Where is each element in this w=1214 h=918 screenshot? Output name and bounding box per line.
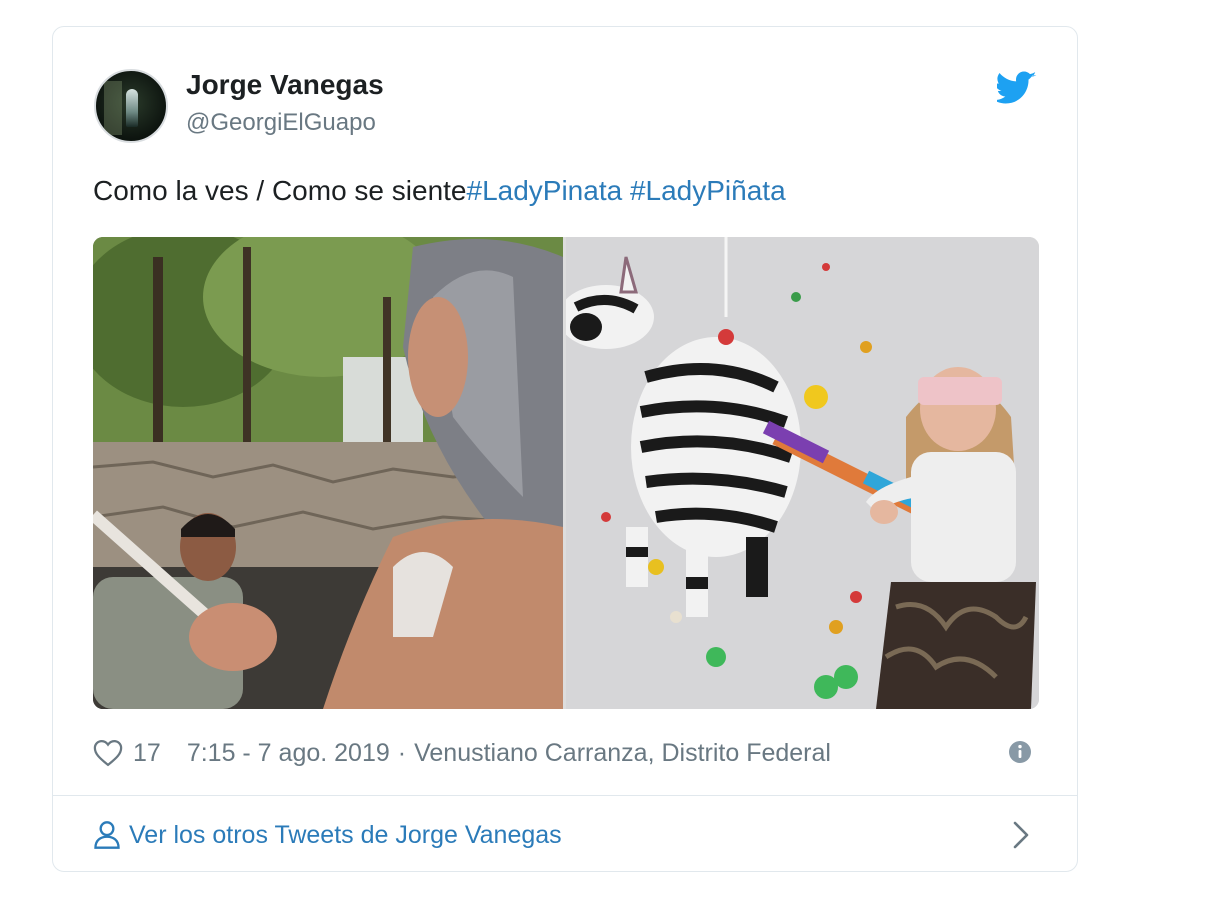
- man-with-stick-and-woman-image: [93, 237, 563, 709]
- media-image-right[interactable]: [566, 237, 1039, 709]
- tweet-text: Como la ves / Como se siente#LadyPinata …: [93, 175, 786, 207]
- avatar-background: [104, 81, 122, 135]
- tweet-media[interactable]: [93, 237, 1039, 709]
- person-icon: [94, 821, 120, 849]
- hashtag-link[interactable]: #LadyPinata: [467, 175, 623, 206]
- author-handle[interactable]: @GeorgiElGuapo: [186, 109, 376, 137]
- footer-divider: [53, 795, 1077, 796]
- tweet-location[interactable]: Venustiano Carranza, Distrito Federal: [414, 739, 831, 768]
- like-count[interactable]: 17: [133, 739, 161, 768]
- meta-separator: ·: [397, 738, 407, 767]
- tweet-meta-row: 17 7:15 - 7 ago. 2019 · Venustiano Carra…: [93, 733, 831, 773]
- avatar-figure: [126, 89, 138, 127]
- twitter-bird-icon[interactable]: [997, 71, 1037, 105]
- hashtag-link[interactable]: #LadyPiñata: [630, 175, 786, 206]
- chevron-right-icon[interactable]: [1011, 819, 1031, 851]
- avatar[interactable]: [94, 69, 168, 143]
- view-more-tweets-link[interactable]: Ver los otros Tweets de Jorge Vanegas: [93, 815, 562, 855]
- author-display-name[interactable]: Jorge Vanegas: [186, 69, 384, 101]
- info-icon[interactable]: [1008, 740, 1032, 764]
- tweet-text-plain: Como la ves / Como se siente: [93, 175, 467, 206]
- view-more-tweets-label: Ver los otros Tweets de Jorge Vanegas: [129, 820, 562, 849]
- girl-blindfolded-hitting-zebra-pinata-image: [566, 237, 1039, 709]
- media-image-left[interactable]: [93, 237, 563, 709]
- heart-icon[interactable]: [93, 739, 123, 767]
- tweet-card: Jorge Vanegas @GeorgiElGuapo Como la ves…: [52, 26, 1078, 872]
- tweet-timestamp[interactable]: 7:15 - 7 ago. 2019: [187, 739, 390, 768]
